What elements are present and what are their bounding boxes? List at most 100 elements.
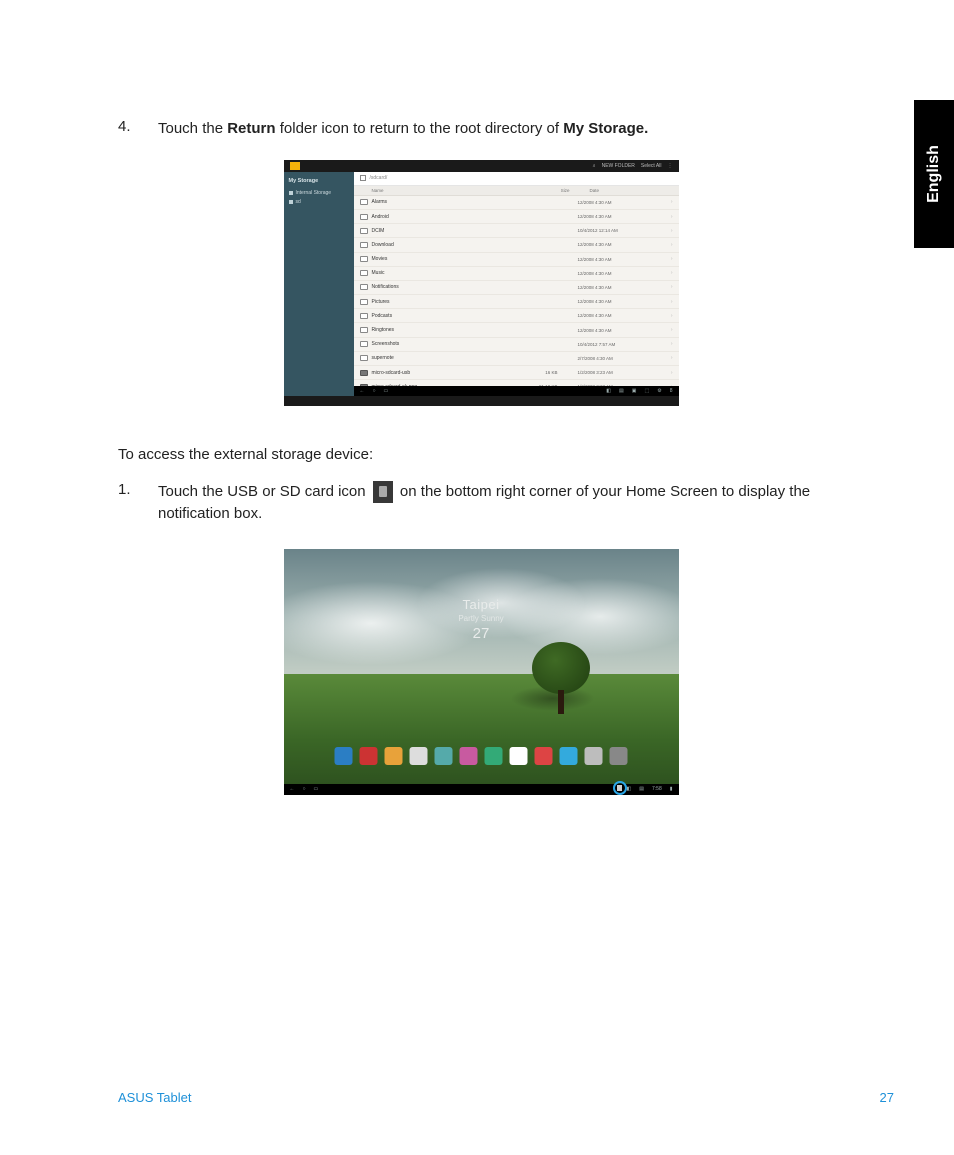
file-row[interactable]: Notifications12/2008 4:30 AM› [354, 281, 679, 295]
select-all-button[interactable]: Select All [641, 163, 662, 169]
chevron-right-icon: › [671, 214, 673, 220]
ground-bg [284, 674, 679, 785]
folder-icon [360, 313, 368, 319]
app-icon[interactable] [410, 747, 428, 765]
row-name: Android [372, 214, 498, 220]
col-size[interactable]: Size [510, 188, 570, 193]
row-name: supernote [372, 355, 498, 361]
storage-icon [289, 200, 293, 204]
row-name: Music [372, 270, 498, 276]
folder-icon [360, 214, 368, 220]
recents-icon[interactable]: ▭ [384, 388, 389, 394]
back-icon[interactable]: ← [290, 786, 295, 792]
step4-bold-mystorage: My Storage. [563, 120, 648, 137]
weather-temp: 27 [458, 625, 503, 642]
app-icon[interactable] [360, 747, 378, 765]
app-icon[interactable] [535, 747, 553, 765]
file-row[interactable]: Podcasts12/2008 4:30 AM› [354, 309, 679, 323]
step-4-number: 4. [118, 118, 158, 135]
file-row[interactable]: supernote2/7/2008 4:30 AM› [354, 352, 679, 366]
fm-topbar-actions: ⌕ NEW FOLDER Select All ⋮ [593, 163, 673, 169]
row-name: micro-sdcard-usb [372, 370, 498, 376]
status-clock: 7:58 [652, 786, 662, 792]
intro-text: To access the external storage device: [118, 446, 844, 463]
sd-card-notification-icon[interactable] [613, 781, 627, 795]
fm-sidebar-title: My Storage [289, 178, 349, 184]
chevron-right-icon: › [671, 228, 673, 234]
row-date: 12/2008 4:30 AM [558, 328, 671, 333]
chevron-right-icon: › [671, 341, 673, 347]
sd-card-inline-icon [373, 481, 393, 503]
app-icon[interactable] [385, 747, 403, 765]
tree-graphic [532, 642, 590, 714]
screenshot-home-screen: Taipei Partly Sunny 27 ← ○ ▭ ◧ ▤ 7:58 ▮ [284, 549, 679, 795]
app-icon[interactable] [610, 747, 628, 765]
col-date[interactable]: Date [570, 188, 673, 193]
chevron-right-icon: › [671, 327, 673, 333]
row-date: 12/2008 4:30 AM [558, 257, 671, 262]
file-row[interactable]: Alarms12/2008 4:30 AM› [354, 196, 679, 210]
home-nav-icon[interactable]: ○ [303, 786, 306, 792]
row-size: 16 KB [498, 370, 558, 375]
folder-icon [360, 270, 368, 276]
android-navbar: ← ○ ▭ ◧ ▤ ▣ ⬚ ⚙ 8 [354, 386, 679, 396]
search-icon[interactable]: ⌕ [593, 163, 596, 169]
app-icon[interactable] [585, 747, 603, 765]
weather-widget[interactable]: Taipei Partly Sunny 27 [458, 597, 503, 642]
row-name: Movies [372, 256, 498, 262]
row-date: 10/4/2012 7:57 AM [558, 342, 671, 347]
file-row[interactable]: Screenshots 10/4/2012 7:57 AM› [354, 338, 679, 352]
weather-condition: Partly Sunny [458, 614, 503, 623]
footer-left: ASUS Tablet [118, 1090, 191, 1105]
row-date: 12/2008 4:30 AM [558, 242, 671, 247]
chevron-right-icon: › [671, 313, 673, 319]
step4-bold-return: Return [227, 120, 275, 137]
app-icon[interactable] [485, 747, 503, 765]
folder-icon [360, 199, 368, 205]
chevron-right-icon: › [671, 299, 673, 305]
step4-t2: folder icon to return to the root direct… [276, 120, 564, 137]
sidebar-label: sd [296, 199, 301, 205]
row-name: Screenshots [372, 341, 498, 347]
file-row[interactable]: DCIM10/4/2012 12:14 AM› [354, 224, 679, 238]
fm-path: /sdcard/ [370, 175, 388, 181]
fm-rows: Alarms12/2008 4:30 AM›Android12/2008 4:3… [354, 196, 679, 386]
recents-icon[interactable]: ▭ [314, 786, 319, 792]
app-icon[interactable] [435, 747, 453, 765]
file-row[interactable]: Ringtones 12/2008 4:30 AM› [354, 323, 679, 337]
fm-sidebar: My Storage Internal Storage sd [284, 172, 354, 396]
fm-main: /sdcard/ Name Size Date Alarms12/2008 4:… [354, 172, 679, 396]
file-row[interactable]: Android12/2008 4:30 AM› [354, 210, 679, 224]
step-1: 1. Touch the USB or SD card icon on the … [118, 481, 844, 525]
file-row[interactable]: Pictures12/2008 4:30 AM› [354, 295, 679, 309]
back-icon[interactable]: ← [360, 388, 365, 394]
app-icon[interactable] [335, 747, 353, 765]
new-folder-button[interactable]: NEW FOLDER [602, 163, 635, 169]
footer-page-number: 27 [880, 1090, 894, 1105]
folder-icon [360, 228, 368, 234]
col-name[interactable]: Name [372, 188, 510, 193]
app-icon[interactable] [460, 747, 478, 765]
chevron-right-icon: › [671, 355, 673, 361]
status-icon: ⚙ [657, 388, 661, 394]
folder-icon [360, 341, 368, 347]
status-battery-icon: ▮ [670, 786, 673, 792]
file-row[interactable]: Download12/2008 4:30 AM› [354, 238, 679, 252]
file-row[interactable]: Movies12/2008 4:30 AM› [354, 253, 679, 267]
status-icon: ◧ [627, 786, 632, 792]
file-row[interactable]: Music12/2008 4:30 AM› [354, 267, 679, 281]
page-footer: ASUS Tablet 27 [118, 1090, 894, 1105]
app-icon[interactable] [510, 747, 528, 765]
file-row[interactable]: micro-sdcard-usb16 KB1/2/2008 3:23 AM› [354, 366, 679, 380]
home-icon[interactable] [290, 162, 300, 170]
row-name: Ringtones [372, 327, 498, 333]
chevron-right-icon: › [671, 270, 673, 276]
row-name: Podcasts [372, 313, 498, 319]
overflow-icon[interactable]: ⋮ [668, 163, 673, 169]
home-nav-icon[interactable]: ○ [373, 388, 376, 394]
return-folder-icon[interactable] [360, 175, 366, 181]
row-name: Alarms [372, 199, 498, 205]
app-icon[interactable] [560, 747, 578, 765]
sidebar-item-internal[interactable]: Internal Storage [289, 190, 349, 196]
sidebar-item-sd[interactable]: sd [289, 199, 349, 205]
